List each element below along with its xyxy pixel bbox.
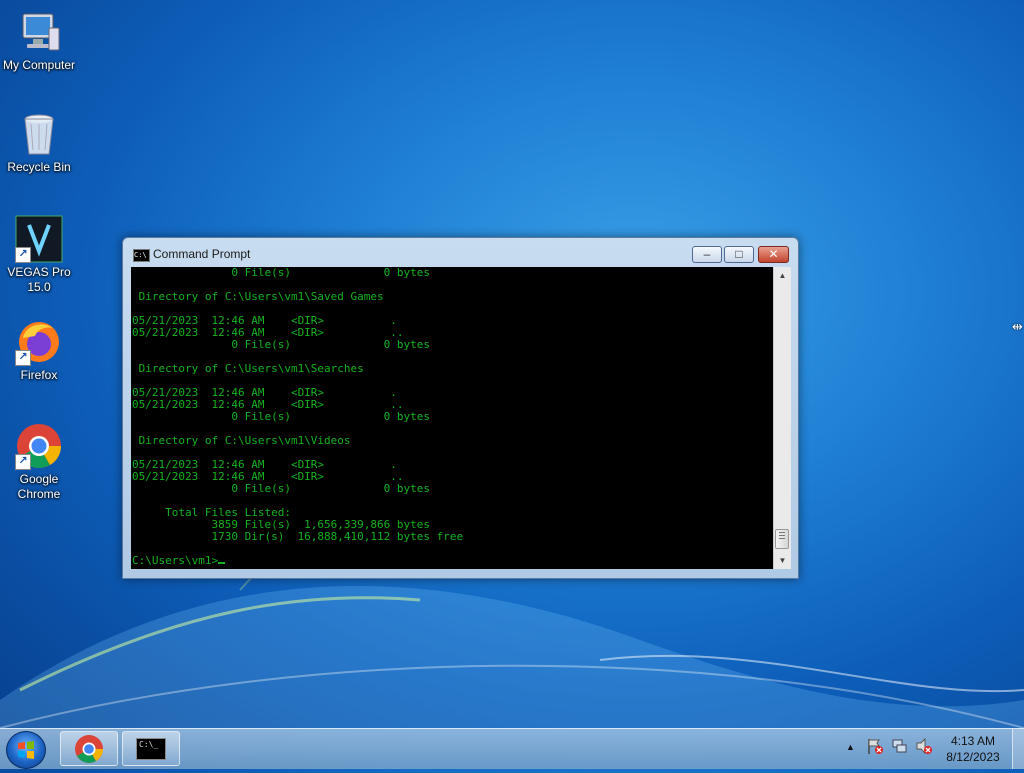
clock-date: 8/12/2023 (946, 750, 1000, 764)
scroll-up-arrow-icon[interactable]: ▲ (774, 267, 791, 284)
console-line: C:\Users\vm1> (132, 554, 219, 567)
chrome-icon (75, 735, 103, 763)
maximize-icon: □ (735, 247, 743, 261)
shortcut-arrow-icon: ↗ (15, 247, 31, 263)
clock-time: 4:13 AM (950, 734, 996, 748)
scroll-down-arrow-icon[interactable]: ▼ (774, 552, 791, 569)
desktop-icon-label: Google Chrome (17, 472, 61, 501)
desktop-icon-label: My Computer (2, 58, 76, 72)
close-icon: ✕ (768, 247, 779, 261)
volume-muted-icon[interactable] (915, 737, 933, 760)
console-cursor (218, 562, 226, 564)
shortcut-arrow-icon: ↗ (15, 454, 31, 470)
console-line: Directory of C:\Users\vm1\Videos (132, 434, 351, 447)
close-button[interactable]: ✕ (758, 246, 789, 263)
console-output[interactable]: 0 File(s) 0 bytes Directory of C:\Users\… (131, 267, 773, 569)
scrollbar-thumb[interactable] (775, 529, 789, 549)
maximize-button[interactable]: □ (724, 246, 754, 263)
window-title: Command Prompt (153, 247, 251, 261)
chrome-icon: ↗ (15, 422, 63, 470)
minimize-button[interactable]: – (692, 246, 722, 263)
console-line: Directory of C:\Users\vm1\Searches (132, 362, 364, 375)
command-prompt-icon: C:\ (133, 249, 150, 262)
console-line: 0 File(s) 0 bytes (132, 482, 431, 495)
vegas-pro-icon: ↗ (15, 215, 63, 263)
taskbar-chrome-button[interactable] (60, 731, 118, 766)
console-line: 0 File(s) 0 bytes (132, 338, 431, 351)
desktop-icon-recycle-bin[interactable]: Recycle Bin (0, 110, 78, 175)
firefox-icon: ↗ (15, 318, 63, 366)
desktop-icon-google-chrome[interactable]: ↗ Google Chrome (0, 422, 78, 502)
show-desktop-button[interactable] (1012, 729, 1024, 769)
window-titlebar[interactable]: C:\ Command Prompt – □ ✕ (123, 238, 798, 268)
console-line: 1730 Dir(s) 16,888,410,112 bytes free (132, 530, 464, 543)
vertical-scrollbar[interactable]: ▲ ▼ (773, 267, 791, 569)
resize-cursor-icon: ⇹ (1012, 319, 1023, 334)
desktop-icon-my-computer[interactable]: My Computer (0, 8, 78, 73)
desktop-icon-label: VEGAS Pro 15.0 (7, 265, 71, 294)
system-clock[interactable]: 4:13 AM 8/12/2023 (936, 733, 1010, 765)
network-icon[interactable] (891, 737, 909, 760)
taskbar-command-prompt-button[interactable]: C:\_ (122, 731, 180, 766)
console-line: 0 File(s) 0 bytes (132, 410, 431, 423)
recycle-bin-icon (15, 110, 63, 158)
minimize-icon: – (703, 247, 711, 261)
command-prompt-icon: C:\_ (136, 738, 166, 760)
taskbar: C:\_ ▲ 4:13 AM 8/12/2023 (0, 728, 1024, 769)
console-line: 0 File(s) 0 bytes (132, 267, 431, 279)
desktop-icon-vegas-pro[interactable]: ↗ VEGAS Pro 15.0 (0, 215, 78, 295)
computer-icon (15, 8, 63, 56)
desktop-icon-label: Firefox (20, 368, 58, 382)
windows-logo-icon (18, 741, 34, 759)
console-text: 0 File(s) 0 bytes Directory of C:\Users\… (131, 267, 773, 567)
desktop-icon-firefox[interactable]: ↗ Firefox (0, 318, 78, 383)
shortcut-arrow-icon: ↗ (15, 350, 31, 366)
show-hidden-icons-button[interactable]: ▲ (846, 742, 855, 752)
action-center-flag-icon[interactable] (866, 737, 884, 760)
desktop-icon-label: Recycle Bin (7, 160, 71, 174)
start-button[interactable] (6, 731, 46, 769)
console-line: Directory of C:\Users\vm1\Saved Games (132, 290, 384, 303)
command-prompt-window[interactable]: C:\ Command Prompt – □ ✕ 0 File(s) 0 byt… (122, 237, 799, 579)
